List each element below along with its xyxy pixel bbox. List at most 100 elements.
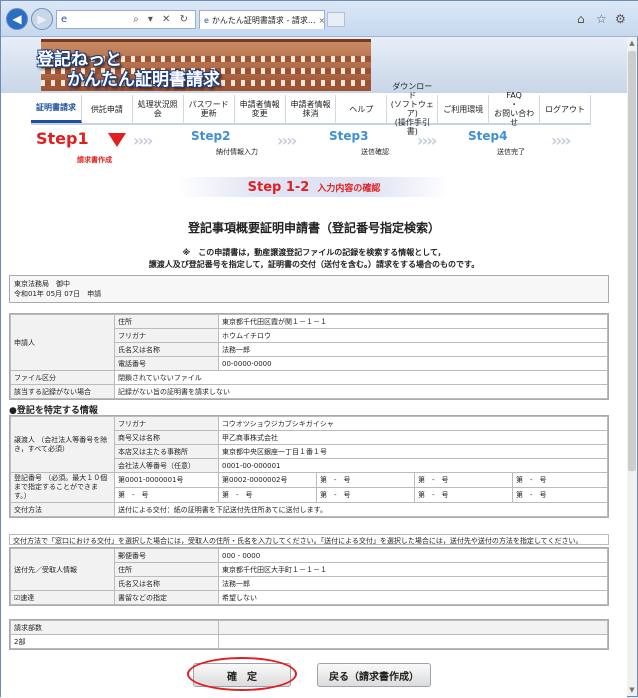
address-tools-icon[interactable]: ⌕ ▾ ✕ ↻ (133, 14, 195, 25)
step2-sub: 納付情報入力 (216, 148, 258, 156)
reg-number-cell: 第 - 号 (316, 487, 415, 503)
transferor-label: 譲渡人 （会社法人等番号を除き，すべて必須） (10, 416, 115, 473)
nav-item[interactable]: FAQ ・ お問い合わせ (489, 91, 541, 127)
field-value: 0001-00-000001 (218, 458, 608, 473)
field-value: 東京都千代田区大手町１－１－１ (218, 562, 608, 577)
recipient-table: 送付先／受取人情報 郵便番号 000 - 0000 住所 東京都千代田区大手町１… (9, 547, 609, 606)
reg-number-cell: 第 - 号 (316, 472, 415, 488)
application-date: 令和01年 05月 07日 申請 (14, 290, 102, 298)
nav-item[interactable]: 申請者情報 変更 (235, 95, 286, 123)
applicant-table: 申請人 住所 東京都千代田区霞が関１－１－１ フリガナ ホウムイチロウ 氏名又は… (9, 313, 609, 400)
reg-number-cell: 第 - 号 (414, 472, 513, 488)
tab-title: かんたん証明書請求 - 請求... (211, 15, 316, 25)
page-content: 登記ねっと かんたん証明書請求 証明書請求 供託申請 処理状況照会 パスワード 更新申… (1, 37, 627, 698)
field-label: フリガナ (114, 416, 219, 431)
reg-number-cell: 第0001-0000001号 (114, 472, 219, 488)
chevron-icon: ›››› (277, 131, 297, 150)
field-value: 東京都千代田区霞が関１－１－１ (218, 314, 608, 329)
nav-item[interactable]: ご利用環境 (438, 95, 490, 123)
field-value: 法務一郎 (218, 342, 608, 357)
reg-number-cell: 第 - 号 (114, 487, 219, 503)
nav-item[interactable]: ログアウト (540, 95, 591, 123)
field-label: 郵便番号 (114, 548, 219, 563)
page-note-line2: 譲渡人及び登記番号を指定して，証明書の交付（送付を含む。）請求をする場合のもので… (148, 260, 480, 269)
step3-sub: 送信確認 (361, 148, 389, 156)
reg-number-cell: 第 - 号 (512, 487, 608, 503)
delivery-note: 交付方法で「窓口における交付」を選択した場合には，受取人の住所・氏名を入力してく… (9, 534, 609, 545)
express-checkbox: ☑速達 (10, 590, 115, 605)
no-record-value: 記録がない旨の証明書を請求しない (114, 384, 608, 399)
delivery-method-value: 送付による交付：紙の証明書を下記送付先住所あてに送付します。 (114, 502, 608, 517)
step4-sub: 送信完了 (497, 148, 525, 156)
field-value: 東京都中央区銀座一丁目１番１号 (218, 444, 608, 459)
scroll-down-icon[interactable]: ▼ (626, 686, 638, 694)
field-label: 氏名又は名称 (114, 342, 219, 357)
step4-label: Step4 (468, 129, 508, 143)
home-icon[interactable]: ⌂ (577, 12, 585, 26)
back-to-form-button[interactable]: 戻る（請求書作成） (317, 663, 431, 687)
nav-item[interactable]: 証明書請求 (31, 95, 82, 123)
current-step-arrow-icon (108, 133, 126, 147)
sub-header-title: 入力内容の確認 (317, 183, 381, 194)
ie-icon: e (61, 14, 68, 25)
office-name: 東京法務局 御中 (14, 280, 70, 288)
field-value: 甲乙商事株式会社 (218, 430, 608, 445)
site-logo-line2[interactable]: かんたん証明書請求 (67, 65, 220, 90)
back-button[interactable]: ◀ (6, 8, 28, 30)
nav-item[interactable]: ダウンロード (ソフトウェア) (操作手引書) (387, 82, 439, 136)
scrollbar-thumb[interactable] (628, 51, 636, 471)
field-label: フリガナ (114, 328, 219, 343)
field-label: 商号又は名称 (114, 430, 219, 445)
no-record-label: 該当する記録がない場合 (10, 384, 115, 399)
chevron-icon: ›››› (417, 131, 437, 150)
field-value: 000 - 0000 (218, 548, 608, 563)
address-bar[interactable]: e ⌕ ▾ ✕ ↻ (56, 10, 196, 29)
nav-item[interactable]: パスワード 更新 (184, 95, 235, 123)
step1-label: Step1 (36, 129, 89, 148)
field-label: 住所 (114, 562, 219, 577)
field-value: 法務一郎 (218, 576, 608, 591)
reg-number-cell: 第 - 号 (218, 487, 317, 503)
nav-item[interactable]: 供託申請 (82, 95, 133, 123)
applicant-label: 申請人 (10, 314, 115, 371)
chevron-icon: ›››› (551, 131, 571, 150)
reg-number-cell: 第0002-0000002号 (218, 472, 317, 488)
new-tab-button[interactable] (327, 12, 345, 27)
nav-item[interactable]: ヘルプ (336, 95, 388, 123)
browser-toolbar: ◀ ▶ e ⌕ ▾ ✕ ↻ e かんたん証明書請求 - 請求... × ⌂ ☆ … (1, 1, 638, 37)
count-value: 2部 (10, 634, 219, 649)
page-title: 登記事項概要証明申請書（登記番号指定検索） (187, 221, 440, 235)
file-type-label: ファイル区分 (10, 370, 115, 385)
tab-favicon-icon: e (204, 15, 209, 25)
field-label: 氏名又は名称 (114, 576, 219, 591)
file-type-value: 閉鎖されていないファイル (114, 370, 608, 385)
highlight-ellipse (187, 657, 297, 691)
reg-number-label: 登記番号 （必須。最大１０個まで指定することができます。） (10, 472, 115, 503)
special-delivery-label: 書留などの指定 (114, 590, 219, 605)
count-table: 請求部数 2部 (9, 619, 609, 650)
field-value: 00-0000-0000 (218, 356, 608, 371)
special-delivery-value: 希望しない (218, 590, 608, 605)
favorites-star-icon[interactable]: ☆ (596, 12, 607, 26)
page-note: ※ この申請書は，動産譲渡登記ファイルの記録を検索する情報として， 譲渡人及び登… (1, 247, 627, 271)
count-label: 請求部数 (10, 620, 219, 635)
site-banner: 登記ねっと かんたん証明書請求 (1, 37, 627, 93)
field-label: 本店又は主たる事務所 (114, 444, 219, 459)
browser-tab[interactable]: e かんたん証明書請求 - 請求... × (199, 10, 325, 29)
browser-window: ◀ ▶ e ⌕ ▾ ✕ ↻ e かんたん証明書請求 - 請求... × ⌂ ☆ … (0, 0, 638, 698)
settings-gear-icon[interactable]: ⚙ (615, 12, 626, 26)
recipient-label: 送付先／受取人情報 (10, 548, 115, 591)
sub-header-step: Step 1-2 (247, 179, 310, 195)
step1-sub: 請求書作成 (77, 156, 112, 164)
main-nav: 証明書請求 供託申請 処理状況照会 パスワード 更新 申請者情報 変更 申請者情報 抹消ヘ… (31, 82, 591, 136)
forward-button[interactable]: ▶ (31, 8, 53, 30)
office-box: 東京法務局 御中 令和01年 05月 07日 申請 (9, 275, 609, 303)
chevron-icon: ›››› (133, 131, 153, 150)
field-value: ホウムイチロウ (218, 328, 608, 343)
field-label: 電話番号 (114, 356, 219, 371)
nav-item[interactable]: 処理状況照会 (133, 95, 184, 123)
nav-item[interactable]: 申請者情報 抹消 (286, 95, 337, 123)
reg-number-cell: 第 - 号 (414, 487, 513, 503)
scroll-up-icon[interactable]: ▲ (626, 39, 638, 47)
tab-close-icon[interactable]: × (319, 16, 324, 25)
